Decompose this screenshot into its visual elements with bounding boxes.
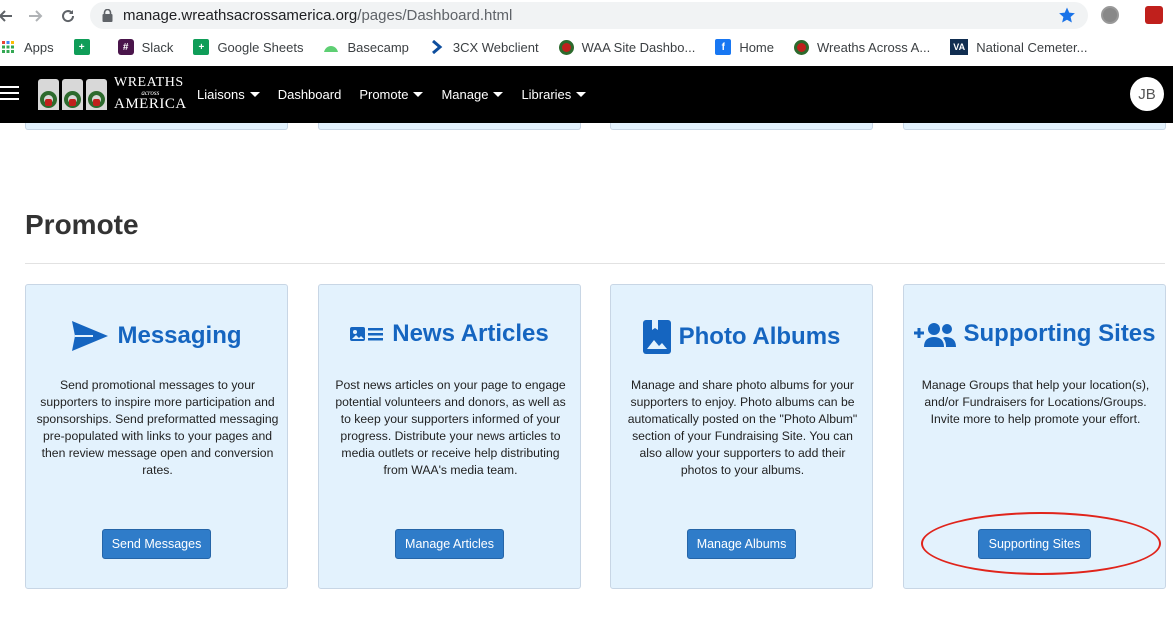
add-group-icon — [913, 323, 956, 347]
card-supporting-sites: Supporting Sites Manage Groups that help… — [903, 284, 1166, 589]
bookmark-basecamp[interactable]: Basecamp — [323, 39, 409, 55]
waa-wreath-icon — [794, 39, 809, 55]
card-title: Messaging — [117, 322, 242, 349]
bookmark-star-icon[interactable] — [1058, 6, 1076, 24]
back-icon[interactable] — [0, 5, 16, 27]
3cx-icon — [429, 39, 445, 55]
url-text: manage.wreathsacrossamerica.org/pages/Da… — [123, 7, 513, 24]
bookmark-google-sheets[interactable]: + Google Sheets — [193, 39, 303, 55]
card-photo-albums: Photo Albums Manage and share photo albu… — [610, 284, 873, 589]
card-header: News Articles — [319, 320, 580, 348]
wreath-logo-icon — [62, 78, 83, 110]
previous-card-bottom — [25, 123, 288, 130]
section-divider — [25, 263, 1165, 264]
bookmark-wreaths-across-america[interactable]: Wreaths Across A... — [794, 39, 930, 55]
manage-albums-button[interactable]: Manage Albums — [687, 529, 796, 559]
bookmark-apps[interactable]: Apps — [0, 39, 54, 55]
va-icon: VA — [950, 39, 969, 55]
bookmarks-bar: Apps + # Slack + Google Sheets Basecamp … — [0, 32, 1173, 62]
card-description: Send promotional messages to your suppor… — [36, 378, 279, 477]
browser-toolbar: manage.wreathsacrossamerica.org/pages/Da… — [0, 0, 1173, 32]
slack-icon: # — [117, 39, 134, 55]
facebook-icon: f — [715, 39, 732, 55]
address-bar[interactable]: manage.wreathsacrossamerica.org/pages/Da… — [90, 2, 1088, 29]
nav-libraries[interactable]: Libraries — [521, 87, 587, 102]
caret-down-icon — [493, 92, 504, 97]
bookmark-national-cemetery[interactable]: VA National Cemeter... — [950, 39, 1087, 55]
user-avatar[interactable]: JB — [1130, 77, 1164, 111]
card-news-articles: News Articles Post news articles on your… — [318, 284, 581, 589]
bookmark-home[interactable]: f Home — [715, 39, 774, 55]
card-description: Manage and share photo albums for your s… — [627, 378, 858, 477]
send-paper-plane-icon — [72, 321, 109, 351]
card-title: Supporting Sites — [963, 320, 1156, 347]
news-article-icon — [350, 327, 384, 341]
bookmark-slack[interactable]: # Slack — [117, 39, 173, 55]
main-nav: Liaisons Dashboard Promote Manage Librar… — [197, 66, 604, 123]
extension-icon[interactable] — [1101, 6, 1119, 24]
forward-icon[interactable] — [25, 5, 47, 27]
wreath-logo-icon — [38, 78, 59, 110]
google-sheets-icon: + — [193, 39, 210, 55]
card-header: Photo Albums — [611, 320, 872, 354]
card-title: Photo Albums — [678, 323, 841, 350]
apps-grid-icon — [0, 39, 16, 55]
card-description: Manage Groups that help your location(s)… — [921, 378, 1150, 426]
logo-text: WREATHS across AMERICA — [114, 75, 187, 112]
supporting-sites-button[interactable]: Supporting Sites — [978, 529, 1091, 559]
section-title: Promote — [25, 209, 139, 240]
card-title: News Articles — [392, 320, 549, 347]
nav-promote[interactable]: Promote — [359, 87, 424, 102]
photo-album-icon — [642, 320, 671, 354]
basecamp-icon — [323, 39, 339, 55]
card-header: Supporting Sites — [904, 320, 1165, 348]
bookmark-3cx[interactable]: 3CX Webclient — [429, 39, 539, 55]
nav-manage[interactable]: Manage — [441, 87, 504, 102]
previous-card-bottom — [903, 123, 1166, 130]
caret-down-icon — [249, 92, 260, 97]
reload-icon[interactable] — [57, 5, 79, 27]
caret-down-icon — [576, 92, 587, 97]
manage-articles-button[interactable]: Manage Articles — [395, 529, 504, 559]
hamburger-menu-icon[interactable] — [0, 86, 19, 102]
waa-logo[interactable]: WREATHS across AMERICA — [38, 76, 187, 112]
card-header: Messaging — [26, 320, 287, 352]
bookmark-green-plus[interactable]: + — [73, 39, 98, 55]
previous-card-bottom — [318, 123, 581, 130]
bookmark-waa-site-dashboard[interactable]: WAA Site Dashbo... — [558, 39, 695, 55]
card-messaging: Messaging Send promotional messages to y… — [25, 284, 288, 589]
waa-wreath-icon — [558, 39, 574, 55]
lock-icon — [102, 9, 113, 22]
send-messages-button[interactable]: Send Messages — [102, 529, 211, 559]
waa-extension-icon[interactable] — [1145, 6, 1163, 24]
wreath-logo-icon — [86, 78, 107, 110]
green-plus-icon: + — [73, 39, 90, 55]
nav-dashboard[interactable]: Dashboard — [278, 87, 342, 102]
card-description: Post news articles on your page to engag… — [335, 378, 566, 477]
nav-liaisons[interactable]: Liaisons — [197, 87, 260, 102]
caret-down-icon — [413, 92, 424, 97]
app-header: WREATHS across AMERICA Liaisons Dashboar… — [0, 66, 1173, 123]
previous-card-bottom — [610, 123, 873, 130]
